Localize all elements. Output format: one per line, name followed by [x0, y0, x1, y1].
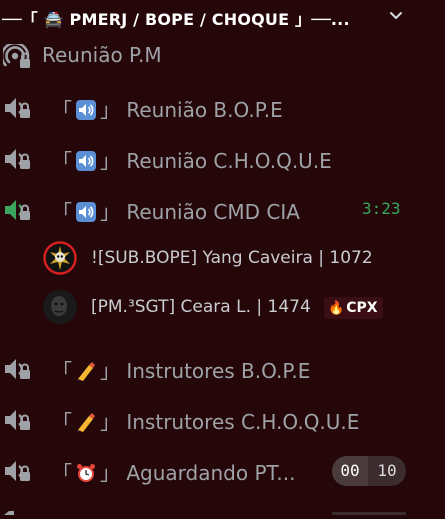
- speaker-locked-icon: [5, 359, 30, 379]
- server-name: ──「 🚔 PMERJ / BOPE / CHOQUE 」──...: [2, 10, 350, 29]
- channel-instrutores-bope[interactable]: 「」 Instrutores B.O.P.E: [0, 346, 445, 390]
- server-header[interactable]: ──「 🚔 PMERJ / BOPE / CHOQUE 」──...: [0, 0, 445, 32]
- speaker-locked-icon: [5, 200, 30, 220]
- channel-reuniao-cmd-cia[interactable]: 「」 Reunião CMD CIA 3:23: [0, 187, 445, 231]
- channel-label: 「」 Aguardando PT...: [52, 461, 296, 485]
- channel-reuniao-choque[interactable]: 「」 Reunião C.H.O.Q.U.E: [0, 136, 445, 180]
- stage-icon: [3, 44, 30, 68]
- voice-user[interactable]: ![SUB.BOPE] Yang Caveira | 1072: [0, 236, 445, 280]
- speaker-emoji-icon: [75, 99, 97, 121]
- avatar: [43, 241, 77, 275]
- writing-hand-emoji-icon: [75, 360, 97, 382]
- fire-icon: 🔥: [328, 300, 345, 316]
- speaker-emoji-icon: [75, 150, 97, 172]
- channel-label: 「」 Instrutores B.O.P.E: [52, 359, 311, 383]
- channel-label: 「」 Reunião C.H.O.Q.U.E: [52, 149, 332, 173]
- channel-label: Reunião P.M: [42, 43, 162, 67]
- channel-label: 「」 Reunião CMD CIA: [52, 200, 300, 224]
- username: [PM.³SGT] Ceara L. | 1474: [91, 297, 311, 317]
- speaker-locked-icon: [5, 98, 30, 118]
- channel-reuniao-pm[interactable]: Reunião P.M: [0, 34, 445, 78]
- username: ![SUB.BOPE] Yang Caveira | 1072: [91, 248, 373, 268]
- chevron-down-icon[interactable]: [388, 7, 404, 23]
- user-limit-counter: 00 10: [332, 456, 406, 486]
- writing-hand-emoji-icon: [75, 411, 97, 433]
- speaker-locked-icon: [5, 149, 30, 169]
- speaker-locked-icon: [5, 410, 30, 430]
- voice-user[interactable]: [PM.³SGT] Ceara L. | 1474 🔥 CPX: [0, 285, 445, 329]
- call-timer: 3:23: [362, 199, 401, 218]
- next-channel-peek: [0, 500, 445, 515]
- avatar: [43, 290, 77, 324]
- user-limit: 10: [377, 461, 397, 480]
- channel-instrutores-choque[interactable]: 「」 Instrutores C.H.O.Q.U.E: [0, 397, 445, 441]
- user-count: 00: [332, 456, 368, 486]
- channel-reuniao-bope[interactable]: 「」 Reunião B.O.P.E: [0, 85, 445, 129]
- channel-label: 「」 Reunião B.O.P.E: [52, 98, 283, 122]
- role-badge: 🔥 CPX: [324, 297, 383, 319]
- alarm-clock-emoji-icon: [75, 462, 97, 484]
- speaker-emoji-icon: [75, 201, 97, 223]
- channel-label: 「」 Instrutores C.H.O.Q.U.E: [52, 410, 360, 434]
- speaker-locked-icon: [5, 461, 30, 481]
